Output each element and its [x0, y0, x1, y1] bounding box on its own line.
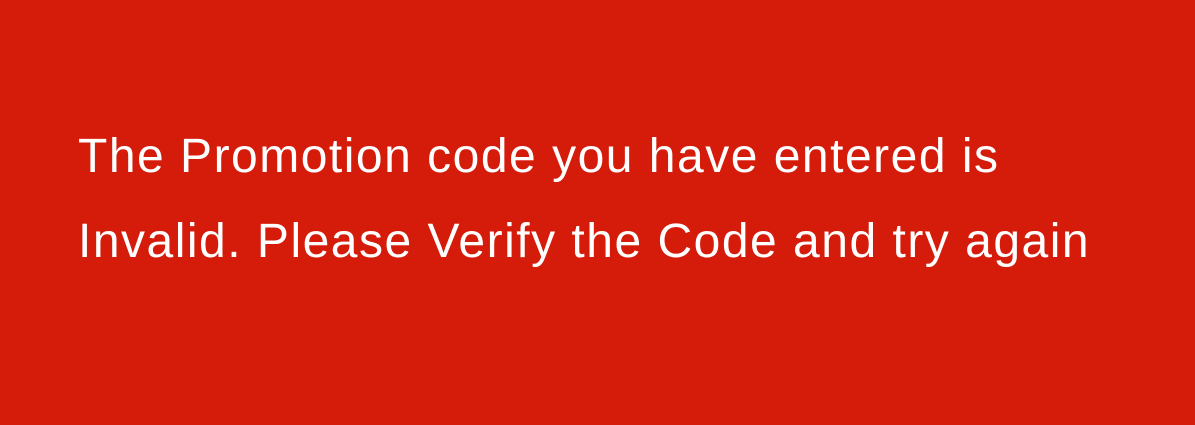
error-message: The Promotion code you have entered is I… [78, 130, 1091, 268]
error-banner: The Promotion code you have entered is I… [0, 0, 1195, 425]
